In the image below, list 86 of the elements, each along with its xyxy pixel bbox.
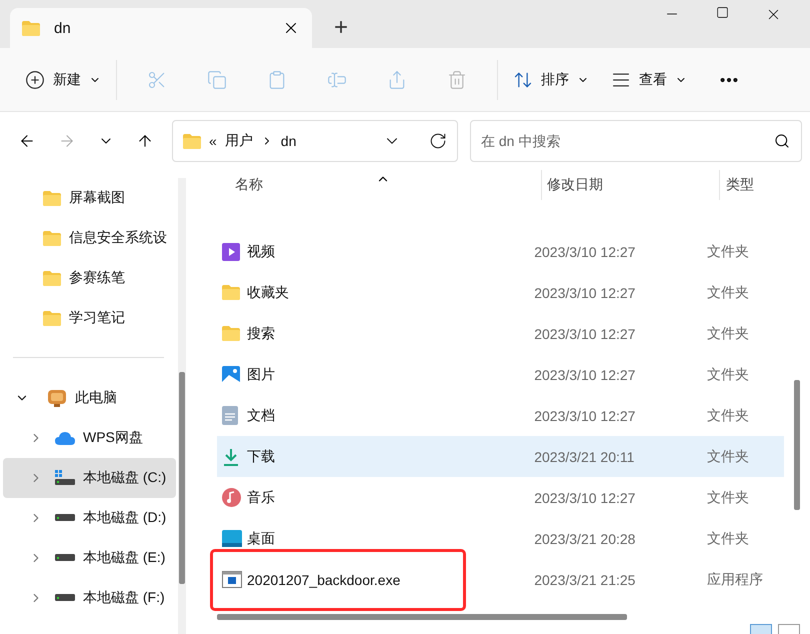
file-type: 文件夹 [707,448,750,466]
plus-icon [25,70,45,90]
drive-icon [55,594,75,602]
video-icon [222,242,240,260]
sidebar-item[interactable]: 信息安全系统设 [3,218,176,258]
modified-date: 2023/3/10 12:27 [534,366,636,382]
drive-icon [55,554,75,562]
sort-icon [513,70,533,90]
file-type: 文件夹 [707,488,750,506]
column-header[interactable]: 名称 [217,170,541,200]
sidebar-item[interactable]: 此电脑 [3,378,176,418]
breadcrumb[interactable]: dn [280,133,296,149]
sidebar-item[interactable]: 本地磁盘 (F:) [3,578,176,618]
folder-icon [183,134,201,148]
file-type: 文件夹 [707,406,750,424]
sidebar-item[interactable]: 学习笔记 [3,298,176,338]
modified-date: 2023/3/10 12:27 [534,326,636,342]
file-row[interactable]: 桌面 2023/3/21 20:28 文件夹 [217,518,784,559]
file-name: 文档 [247,406,276,424]
sort-button[interactable]: 排序 [508,70,594,90]
sidebar-item[interactable]: 本地磁盘 (E:) [3,538,176,578]
file-name: 桌面 [247,530,276,548]
folder-icon [22,20,40,36]
document-icon [222,406,238,425]
modified-date: 2023/3/21 21:25 [534,572,636,588]
file-type: 文件夹 [707,530,750,548]
music-icon [222,488,241,507]
file-row[interactable]: 视频 2023/3/10 12:27 文件夹 [217,231,784,272]
file-row[interactable]: 音乐 2023/3/10 12:27 文件夹 [217,477,784,518]
desktop-icon [222,530,242,547]
address-bar[interactable]: « 用户 dn [172,120,458,162]
file-type: 应用程序 [707,570,764,588]
folder-icon [222,326,240,341]
file-row[interactable]: 图片 2023/3/10 12:27 文件夹 [217,354,784,395]
file-name: 下载 [247,448,276,466]
download-icon [222,448,240,466]
file-name: 搜索 [247,324,276,342]
sidebar-item[interactable]: 屏幕截图 [3,178,176,218]
new-button[interactable]: 新建 [20,70,106,90]
computer-icon [47,388,67,408]
column-header[interactable]: 类型 [719,170,779,200]
file-name: 收藏夹 [247,284,290,302]
file-row[interactable]: 收藏夹 2023/3/10 12:27 文件夹 [217,272,784,313]
file-row[interactable]: 下载 2023/3/21 20:11 文件夹 [217,436,784,477]
cloud-icon [55,431,75,445]
overflow-marker: « [209,133,217,149]
column-header[interactable]: 修改日期 [541,170,719,200]
view-button[interactable]: 查看 [594,70,704,90]
file-row[interactable]: 20201207_backdoor.exe 2023/3/21 21:25 应用程序 [217,559,784,600]
drive-icon [55,514,75,522]
sidebar-item[interactable]: WPS网盘 [3,418,176,458]
tab-title: dn [54,20,72,36]
new-tab-button[interactable]: + [330,14,352,42]
sidebar-item[interactable]: 参赛练笔 [3,258,176,298]
modified-date: 2023/3/10 12:27 [534,490,636,506]
application-icon [222,571,242,588]
file-name: 图片 [247,366,276,384]
folder-icon [43,190,61,206]
sidebar-item[interactable]: 本地磁盘 (D:) [3,498,176,538]
modified-date: 2023/3/21 20:28 [534,530,636,546]
modified-date: 2023/3/10 12:27 [534,408,636,424]
search-icon [774,133,790,149]
file-name: 视频 [247,242,276,260]
drive-icon [55,470,75,486]
breadcrumb[interactable]: 用户 [224,132,253,150]
file-type: 文件夹 [707,284,750,302]
file-name: 20201207_backdoor.exe [247,572,402,588]
modified-date: 2023/3/10 12:27 [534,244,636,260]
folder-icon [43,310,61,326]
file-name: 音乐 [247,488,276,506]
maximize-icon[interactable] [716,6,729,19]
refresh-icon[interactable] [429,132,447,150]
search-field[interactable]: 在 dn 中搜索 [470,120,802,162]
folder-icon [222,285,240,300]
file-type: 文件夹 [707,324,750,342]
sidebar-item[interactable]: 本地磁盘 (C:) [3,458,176,498]
folder-icon [43,270,61,286]
window-tab[interactable]: dn [10,8,312,48]
file-type: 文件夹 [707,242,750,260]
modified-date: 2023/3/21 20:11 [534,448,636,464]
file-type: 文件夹 [707,366,750,384]
modified-date: 2023/3/10 12:27 [534,284,636,300]
file-row[interactable]: 文档 2023/3/10 12:27 文件夹 [217,395,784,436]
folder-icon [43,230,61,246]
picture-icon [222,366,240,384]
file-row[interactable]: 搜索 2023/3/10 12:27 文件夹 [217,313,784,354]
